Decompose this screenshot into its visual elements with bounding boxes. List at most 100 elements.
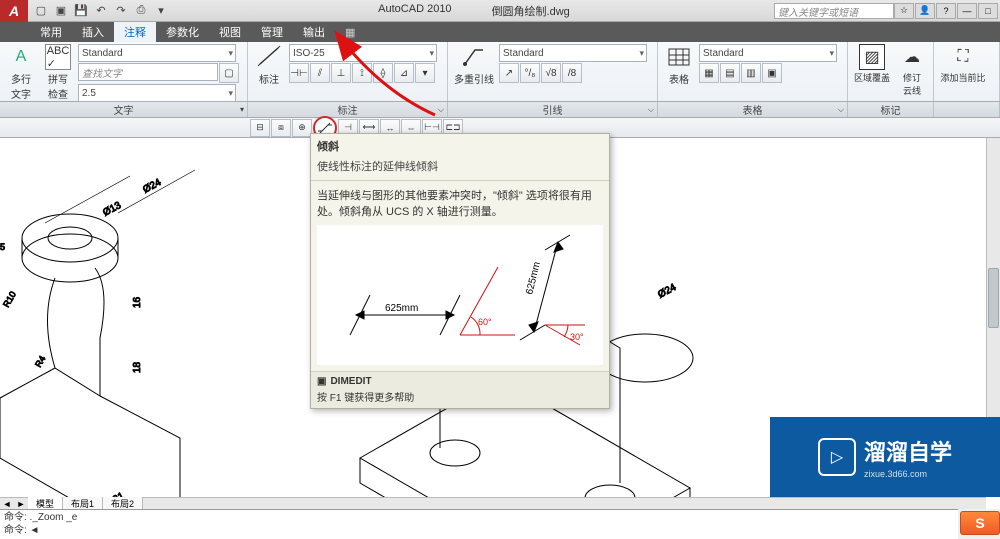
spellcheck-button[interactable]: ABC✓ 拼写 检查	[41, 44, 75, 101]
tab-manage[interactable]: 管理	[251, 22, 293, 42]
table-icon	[666, 44, 692, 70]
title-bar: A ▢ ▣ 💾 ↶ ↷ ⎙ ▾ AutoCAD 2010 倒圆角绘制.dwg 键…	[0, 0, 1000, 22]
redo-icon[interactable]: ↷	[112, 2, 130, 20]
leader-tool-4[interactable]: /8	[562, 63, 582, 83]
annoscale-button[interactable]: ⛶ 添加当前比	[938, 44, 988, 84]
dimspace-icon[interactable]: ⊟	[250, 119, 270, 137]
dimtol-icon[interactable]: ⊕	[292, 119, 312, 137]
open-icon[interactable]: ▣	[52, 2, 70, 20]
dim-tool-2[interactable]: ⫽	[310, 63, 330, 83]
table-tool-1[interactable]: ▦	[699, 63, 719, 83]
tab-annotate[interactable]: 注释	[114, 22, 156, 42]
ribbon-group-markup: ▨ 区域覆盖 ☁ 修订 云线	[848, 42, 934, 101]
qat-dropdown-icon[interactable]: ▾	[152, 2, 170, 20]
panel-label-table[interactable]: 表格⌵	[658, 102, 848, 117]
panel-label-dim[interactable]: 标注⌵	[248, 102, 448, 117]
wipeout-button[interactable]: ▨ 区域覆盖	[852, 44, 892, 84]
dimension-button[interactable]: 标注	[252, 44, 286, 86]
table-tool-4[interactable]: ▣	[762, 63, 782, 83]
scroll-left-icon[interactable]: ◄	[0, 499, 14, 509]
ribbon: A 多行 文字 ABC✓ 拼写 检查 Standard 查找文字 ▢ 2.5	[0, 42, 1000, 102]
ribbon-group-leader: 多重引线 Standard ↗ °/₈ √8 /8	[448, 42, 658, 101]
mleader-icon	[461, 44, 487, 70]
maximize-button[interactable]: □	[978, 3, 998, 19]
command-icon: ▣	[317, 376, 326, 387]
leader-style-combo[interactable]: Standard	[499, 44, 647, 62]
table-style-combo[interactable]: Standard	[699, 44, 837, 62]
tab-parametric[interactable]: 参数化	[156, 22, 209, 42]
dim-tool-more-icon[interactable]: ▾	[415, 63, 435, 83]
dim-tool-1[interactable]: ⊣⊢	[289, 63, 309, 83]
ribbon-group-table: 表格 Standard ▦ ▤ ▥ ▣	[658, 42, 848, 101]
svg-text:625mm: 625mm	[524, 261, 543, 296]
ribbon-group-annoscale: ⛶ 添加当前比	[934, 42, 1000, 101]
help-search-input[interactable]: 键入关键字或短语	[774, 3, 894, 19]
dim-tool-5[interactable]: ⟠	[373, 63, 393, 83]
play-icon: ▷	[818, 438, 856, 476]
dim-tool-6[interactable]: ⊿	[394, 63, 414, 83]
panel-label-text[interactable]: 文字▾	[0, 102, 248, 117]
command-line[interactable]: 命令: ._Zoom _e 命令: ◄	[0, 509, 958, 539]
text-style-combo[interactable]: Standard	[78, 44, 236, 62]
dimbreak-icon[interactable]: ⧈	[271, 119, 291, 137]
tooltip-diagram: 625mm 60° 625mm	[317, 225, 603, 365]
ribbon-group-text: A 多行 文字 ABC✓ 拼写 检查 Standard 查找文字 ▢ 2.5	[0, 42, 248, 101]
svg-text:Ø13: Ø13	[101, 200, 123, 219]
sogou-ime-icon[interactable]: S	[960, 511, 1000, 535]
minimize-button[interactable]: —	[957, 3, 977, 19]
undo-icon[interactable]: ↶	[92, 2, 110, 20]
svg-text:16: 16	[132, 296, 143, 308]
dim-tool-3[interactable]: ⊥	[331, 63, 351, 83]
svg-text:Ø24: Ø24	[656, 282, 678, 301]
svg-text:5: 5	[0, 242, 5, 252]
leader-tool-1[interactable]: ↗	[499, 63, 519, 83]
save-icon[interactable]: 💾	[72, 2, 90, 20]
scroll-thumb[interactable]	[988, 268, 999, 328]
find-go-icon[interactable]: ▢	[219, 63, 239, 83]
mtext-button[interactable]: A 多行 文字	[4, 44, 38, 101]
tooltip-footer: ▣DIMEDIT 按 F1 键获得更多帮助	[311, 371, 609, 408]
watermark-badge: ▷ 溜溜自学 zixue.3d66.com	[770, 417, 1000, 497]
tooltip-dimedit: 倾斜 使线性标注的延伸线倾斜 当延伸线与图形的其他要素冲突时，"倾斜" 选项将很…	[310, 133, 610, 409]
new-icon[interactable]: ▢	[32, 2, 50, 20]
leader-tool-2[interactable]: °/₈	[520, 63, 540, 83]
mleader-button[interactable]: 多重引线	[452, 44, 496, 86]
help-icon[interactable]: ?	[936, 3, 956, 19]
dim-tool-4[interactable]: ⟟	[352, 63, 372, 83]
quick-access-toolbar: ▢ ▣ 💾 ↶ ↷ ⎙ ▾	[28, 2, 174, 20]
table-tool-3[interactable]: ▥	[741, 63, 761, 83]
revcloud-button[interactable]: ☁ 修订 云线	[895, 44, 929, 97]
tab-insert[interactable]: 插入	[72, 22, 114, 42]
panel-label-markup[interactable]: 标记	[848, 102, 934, 117]
svg-text:30°: 30°	[570, 332, 584, 342]
panel-label-leader[interactable]: 引线⌵	[448, 102, 658, 117]
tooltip-title: 倾斜	[311, 134, 609, 158]
revcloud-icon: ☁	[899, 44, 925, 70]
tab-home[interactable]: 常用	[30, 22, 72, 42]
table-button[interactable]: 表格	[662, 44, 696, 86]
mtext-icon: A	[8, 44, 34, 70]
ribbon-panel-labels: 文字▾ 标注⌵ 引线⌵ 表格⌵ 标记	[0, 102, 1000, 118]
comm-icon[interactable]: 👤	[915, 3, 935, 19]
app-logo-icon[interactable]: A	[0, 0, 28, 22]
spellcheck-icon: ABC✓	[45, 44, 71, 70]
table-tool-2[interactable]: ▤	[720, 63, 740, 83]
ribbon-group-dimension: 标注 ISO-25 ⊣⊢ ⫽ ⊥ ⟟ ⟠ ⊿ ▾	[248, 42, 448, 101]
leader-tool-3[interactable]: √8	[541, 63, 561, 83]
svg-text:625mm: 625mm	[385, 303, 418, 314]
command-history: 命令: ._Zoom _e	[4, 511, 954, 524]
wipeout-icon: ▨	[859, 44, 885, 70]
svg-text:R4: R4	[33, 354, 47, 369]
tab-output[interactable]: 输出	[293, 22, 335, 42]
ribbon-tabs: 常用 插入 注释 参数化 视图 管理 输出 ▦	[0, 22, 1000, 42]
tab-view[interactable]: 视图	[209, 22, 251, 42]
print-icon[interactable]: ⎙	[132, 2, 150, 20]
horizontal-scrollbar[interactable]: ◄ ► 模型 布局1 布局2	[0, 497, 986, 509]
find-text-input[interactable]: 查找文字	[78, 63, 218, 81]
text-height-combo[interactable]: 2.5	[78, 84, 236, 102]
infocenter-icon[interactable]: ☆	[894, 3, 914, 19]
tab-extra-icon[interactable]: ▦	[335, 22, 365, 42]
scroll-right-icon[interactable]: ►	[14, 499, 28, 509]
svg-text:R10: R10	[1, 290, 18, 309]
dim-style-combo[interactable]: ISO-25	[289, 44, 437, 62]
